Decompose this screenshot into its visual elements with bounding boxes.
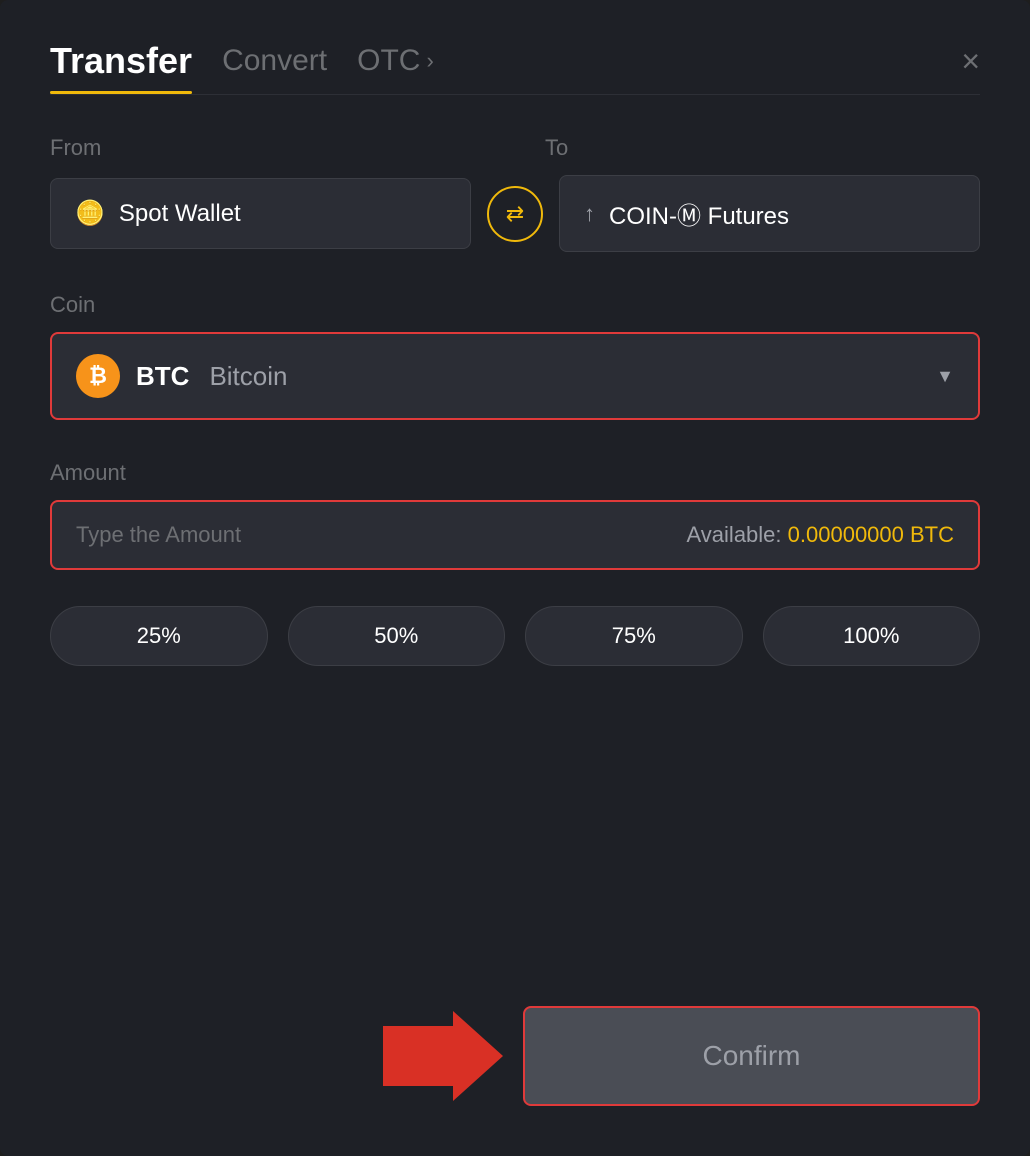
amount-input[interactable]	[76, 522, 687, 548]
coin-selector[interactable]: ₿ BTC Bitcoin ▼	[50, 332, 980, 420]
wallet-icon: 🪙	[75, 199, 105, 228]
coin-symbol: BTC	[136, 361, 189, 392]
amount-box: Available: 0.00000000 BTC	[50, 500, 980, 570]
from-label: From	[50, 135, 485, 161]
confirm-button[interactable]: Confirm	[523, 1006, 980, 1106]
amount-section-label: Amount	[50, 460, 980, 486]
from-to-section: From To 🪙 Spot Wallet ⇄ ↑ COIN-Ⓜ Futures	[50, 135, 980, 252]
pct-50-button[interactable]: 50%	[288, 606, 506, 666]
coin-section-label: Coin	[50, 292, 980, 318]
to-wallet-selector[interactable]: ↑ COIN-Ⓜ Futures	[559, 175, 980, 252]
from-to-labels: From To	[50, 135, 980, 161]
pct-25-button[interactable]: 25%	[50, 606, 268, 666]
transfer-modal: Transfer Convert OTC › × From To 🪙 Spot …	[0, 0, 1030, 1156]
amount-section: Amount Available: 0.00000000 BTC	[50, 460, 980, 570]
chevron-right-icon: ›	[426, 48, 433, 74]
available-text: Available: 0.00000000 BTC	[687, 522, 954, 548]
swap-button[interactable]: ⇄	[487, 186, 543, 242]
tab-transfer[interactable]: Transfer	[50, 40, 192, 94]
swap-icon: ⇄	[506, 201, 524, 227]
percentage-buttons: 25% 50% 75% 100%	[50, 606, 980, 666]
btc-icon: ₿	[76, 354, 120, 398]
header-tabs: Transfer Convert OTC › ×	[50, 40, 980, 94]
chevron-down-icon: ▼	[936, 366, 954, 387]
available-value: 0.00000000 BTC	[788, 522, 954, 547]
close-button[interactable]: ×	[961, 45, 980, 89]
futures-icon: ↑	[584, 201, 595, 227]
tab-otc[interactable]: OTC ›	[357, 44, 434, 90]
from-to-controls: 🪙 Spot Wallet ⇄ ↑ COIN-Ⓜ Futures	[50, 175, 980, 252]
bottom-section: Confirm	[50, 986, 980, 1106]
pct-75-button[interactable]: 75%	[525, 606, 743, 666]
from-wallet-selector[interactable]: 🪙 Spot Wallet	[50, 178, 471, 249]
coin-section: Coin ₿ BTC Bitcoin ▼	[50, 292, 980, 420]
to-wallet-label: COIN-Ⓜ Futures	[609, 196, 789, 231]
header-divider	[50, 94, 980, 95]
red-arrow-icon	[383, 1011, 503, 1101]
arrow-container	[50, 1011, 523, 1101]
available-label: Available:	[687, 522, 782, 547]
pct-100-button[interactable]: 100%	[763, 606, 981, 666]
coin-name: Bitcoin	[209, 361, 287, 392]
tab-otc-label: OTC	[357, 44, 420, 78]
from-wallet-label: Spot Wallet	[119, 200, 241, 228]
tab-convert[interactable]: Convert	[222, 44, 327, 90]
to-label: To	[545, 135, 980, 161]
